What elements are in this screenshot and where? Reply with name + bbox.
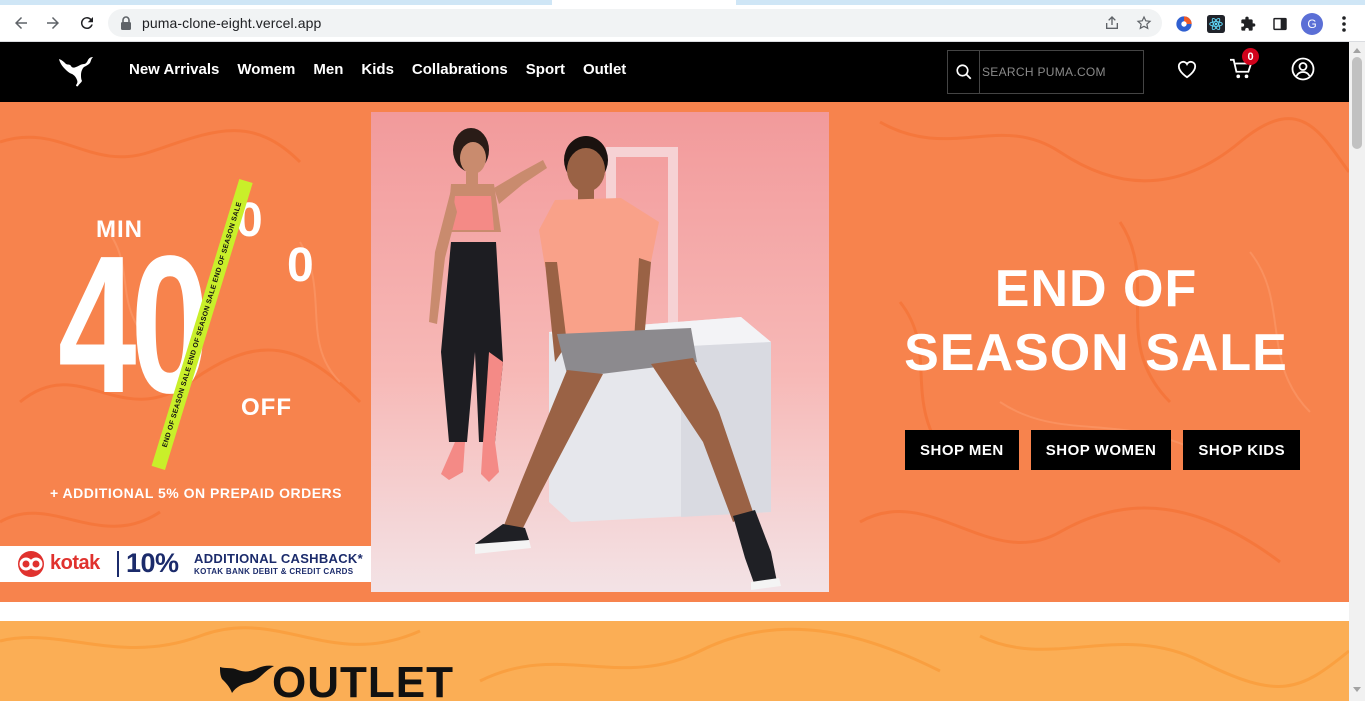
cart-count-badge: 0 [1242,48,1259,65]
kotak-logo-icon [15,551,48,577]
promo-off-label: OFF [241,394,292,421]
hero-banner: MIN 40 0 0 END OF SEASON SALE END OF SEA… [0,102,1349,602]
nav-kids[interactable]: Kids [361,61,394,78]
nav-sport[interactable]: Sport [526,61,565,78]
puma-logo-icon[interactable] [57,53,97,91]
nav-outlet[interactable]: Outlet [583,61,626,78]
address-bar[interactable]: puma-clone-eight.vercel.app [108,9,1162,37]
star-icon[interactable] [1134,13,1154,33]
prepaid-offer-text: + ADDITIONAL 5% ON PREPAID ORDERS [50,485,343,501]
url-text[interactable]: puma-clone-eight.vercel.app [142,15,321,31]
puzzle-icon[interactable] [1238,14,1258,34]
reload-icon[interactable] [74,10,100,36]
shop-kids-button[interactable]: SHOP KIDS [1183,430,1301,470]
nav-womem[interactable]: Womem [237,61,295,78]
sidepanel-icon[interactable] [1270,14,1290,34]
sale-headline-line2: SEASON SALE [904,324,1288,382]
hero-models-image[interactable] [371,112,829,592]
scroll-down-arrow-icon[interactable] [1353,687,1361,692]
nav-collabrations[interactable]: Collabrations [412,61,508,78]
search-box [947,50,1144,94]
outlet-title: OUTLET [272,658,454,701]
forward-icon[interactable] [40,10,66,36]
percent-sign-bottom: 0 [287,239,314,292]
lock-icon[interactable] [120,16,132,35]
nav-new-arrivals[interactable]: New Arrivals [129,61,219,78]
heart-icon[interactable] [1174,56,1200,82]
cashback-subtitle: KOTAK BANK DEBIT & CREDIT CARDS [194,567,354,576]
react-devtools-icon[interactable] [1206,14,1226,34]
cashback-percent: 10% [126,548,179,578]
search-input[interactable] [982,62,1132,82]
cashback-title: ADDITIONAL CASHBACK* [194,551,363,566]
shop-women-button[interactable]: SHOP WOMEN [1030,430,1172,470]
share-icon[interactable] [1102,13,1122,33]
nav-men[interactable]: Men [313,61,343,78]
kotak-offer-strip[interactable]: kotak 10% ADDITIONAL CASHBACK* KOTAK BAN… [0,546,371,582]
search-icon[interactable] [948,51,980,93]
profile-avatar[interactable]: G [1301,13,1323,35]
sale-headline: END OF SEASON SALE [880,257,1312,385]
scroll-up-arrow-icon[interactable] [1353,48,1361,53]
sale-headline-line1: END OF [994,260,1198,318]
puma-logo-icon [218,663,276,701]
outlet-banner[interactable]: OUTLET [0,621,1349,701]
site-header: New Arrivals Womem Men Kids Collabration… [0,42,1349,102]
kotak-brand-name: kotak [50,552,100,574]
marble-texture [0,626,1349,688]
scrollbar-thumb[interactable] [1352,57,1362,149]
main-nav: New Arrivals Womem Men Kids Collabration… [129,61,626,78]
kotak-divider [117,551,119,577]
page-scrollbar[interactable] [1349,42,1365,701]
shop-men-button[interactable]: SHOP MEN [905,430,1019,470]
shop-buttons: SHOP MEN SHOP WOMEN SHOP KIDS [905,430,1301,470]
back-icon[interactable] [8,10,34,36]
page: New Arrivals Womem Men Kids Collabration… [0,42,1349,701]
user-icon[interactable] [1290,56,1316,82]
browser-toolbar: puma-clone-eight.vercel.app G [0,5,1365,42]
extension-icon[interactable] [1174,14,1194,34]
menu-icon[interactable] [1335,14,1353,34]
